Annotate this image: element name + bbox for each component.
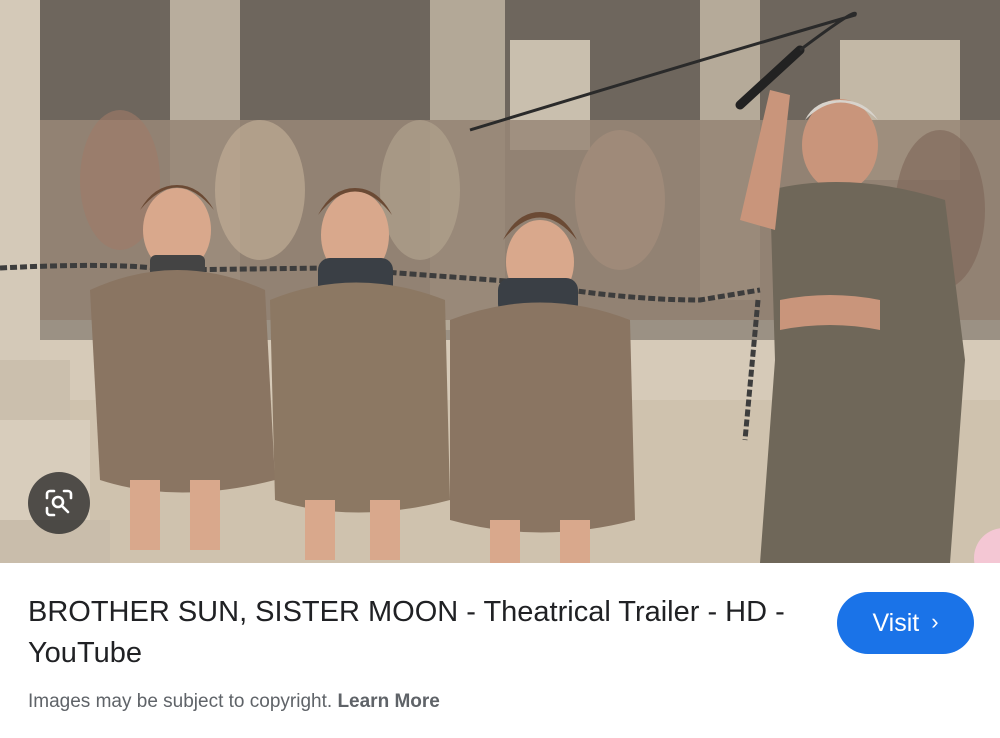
scene-illustration (0, 0, 1000, 563)
copyright-notice: Images may be subject to copyright. Lear… (28, 691, 440, 713)
result-image[interactable] (0, 0, 1000, 563)
result-title[interactable]: BROTHER SUN, SISTER MOON - Theatrical Tr… (28, 592, 818, 674)
lens-search-button[interactable] (28, 472, 90, 534)
lens-search-icon (45, 489, 73, 517)
visit-button[interactable]: Visit › (837, 592, 974, 654)
copyright-text: Images may be subject to copyright. (28, 691, 333, 712)
chevron-right-icon: › (931, 609, 939, 634)
learn-more-link[interactable]: Learn More (337, 691, 439, 712)
visit-label: Visit (872, 608, 920, 637)
